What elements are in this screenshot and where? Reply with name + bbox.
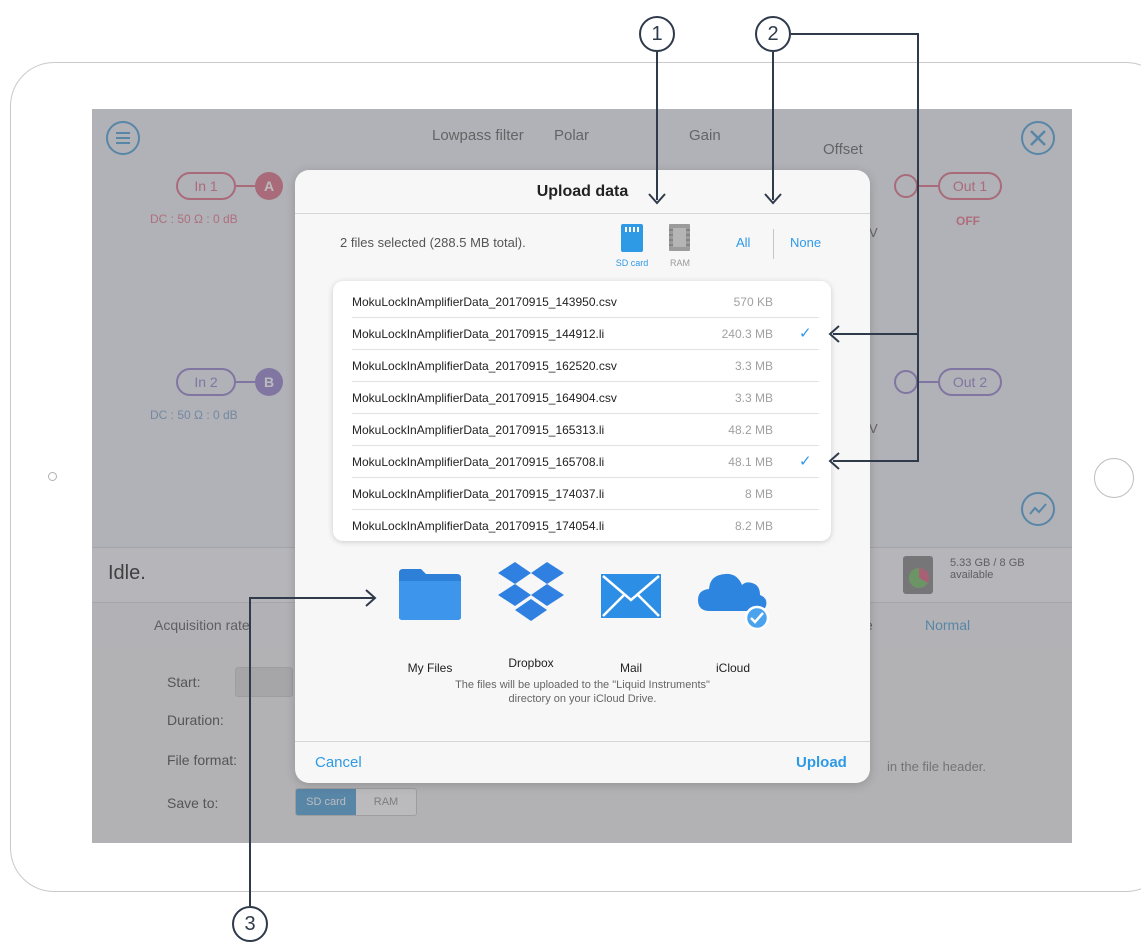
cancel-button[interactable]: Cancel <box>315 754 362 771</box>
arrow-down-icon <box>648 193 666 205</box>
file-list[interactable]: MokuLockInAmplifierData_20170915_143950.… <box>333 281 831 541</box>
ram-label[interactable]: RAM <box>663 258 697 268</box>
divider <box>295 213 870 214</box>
mail-icon <box>601 574 661 618</box>
arrow-left-icon <box>828 325 840 343</box>
upload-data-dialog: Upload data 2 files selected (288.5 MB t… <box>295 170 870 783</box>
file-row[interactable]: MokuLockInAmplifierData_20170915_174037.… <box>333 478 831 510</box>
callout-2: 2 <box>755 16 791 52</box>
upload-button[interactable]: Upload <box>796 754 847 771</box>
callout-2-line <box>917 33 919 462</box>
my-files-label: My Files <box>407 661 453 675</box>
icloud-icon <box>698 573 770 631</box>
icloud-label: iCloud <box>715 661 751 675</box>
arrow-left-icon <box>828 452 840 470</box>
folder-icon <box>399 569 461 620</box>
file-name: MokuLockInAmplifierData_20170915_174037.… <box>352 487 605 501</box>
arrow-right-icon <box>365 589 377 607</box>
file-size: 3.3 MB <box>734 359 773 373</box>
file-row[interactable]: MokuLockInAmplifierData_20170915_144912.… <box>333 318 831 350</box>
callout-2-line <box>772 52 774 200</box>
upload-destination-note: The files will be uploaded to the "Liqui… <box>295 678 870 706</box>
file-row[interactable]: MokuLockInAmplifierData_20170915_174054.… <box>333 510 831 541</box>
file-row[interactable]: MokuLockInAmplifierData_20170915_165313.… <box>333 414 831 446</box>
vertical-divider <box>773 229 774 259</box>
note-text: The files will be uploaded to the "Liqui… <box>455 679 710 705</box>
callout-3-line <box>249 597 374 599</box>
sd-card-icon[interactable] <box>621 224 643 252</box>
checkmark-icon: ✓ <box>799 453 812 470</box>
callout-2-line <box>791 33 919 35</box>
callout-1-line <box>656 52 658 200</box>
mail-label: Mail <box>619 661 642 675</box>
file-name: MokuLockInAmplifierData_20170915_143950.… <box>352 295 617 309</box>
file-size: 48.1 MB <box>728 455 773 469</box>
checkmark-icon: ✓ <box>799 325 812 342</box>
dialog-title: Upload data <box>536 183 629 200</box>
file-row[interactable]: MokuLockInAmplifierData_20170915_143950.… <box>333 286 831 318</box>
file-row[interactable]: MokuLockInAmplifierData_20170915_165708.… <box>333 446 831 478</box>
dropbox-label: Dropbox <box>508 656 554 670</box>
file-name: MokuLockInAmplifierData_20170915_165313.… <box>352 423 605 437</box>
home-button[interactable] <box>1094 458 1134 498</box>
file-name: MokuLockInAmplifierData_20170915_165708.… <box>352 455 605 469</box>
file-size: 3.3 MB <box>734 391 773 405</box>
select-all-button[interactable]: All <box>736 235 750 250</box>
file-name: MokuLockInAmplifierData_20170915_144912.… <box>352 327 605 341</box>
file-name: MokuLockInAmplifierData_20170915_164904.… <box>352 391 617 405</box>
select-none-button[interactable]: None <box>790 235 821 250</box>
file-row[interactable]: MokuLockInAmplifierData_20170915_164904.… <box>333 382 831 414</box>
ram-chip-icon[interactable] <box>669 224 690 251</box>
file-size: 8.2 MB <box>734 519 773 533</box>
callout-1: 1 <box>639 16 675 52</box>
callout-2-line <box>833 460 919 462</box>
file-size: 240.3 MB <box>721 327 773 341</box>
callout-2-line <box>833 333 919 335</box>
divider <box>295 741 870 742</box>
arrow-down-icon <box>764 193 782 205</box>
file-name: MokuLockInAmplifierData_20170915_174054.… <box>352 519 605 533</box>
file-name: MokuLockInAmplifierData_20170915_162520.… <box>352 359 617 373</box>
sd-card-label[interactable]: SD card <box>611 258 653 268</box>
callout-3-line <box>249 597 251 906</box>
file-size: 8 MB <box>744 487 773 501</box>
file-size: 570 KB <box>733 295 773 309</box>
file-size: 48.2 MB <box>728 423 773 437</box>
camera-icon <box>48 472 57 481</box>
dropbox-icon <box>498 562 564 621</box>
selection-summary: 2 files selected (288.5 MB total). <box>340 235 526 250</box>
file-row[interactable]: MokuLockInAmplifierData_20170915_162520.… <box>333 350 831 382</box>
